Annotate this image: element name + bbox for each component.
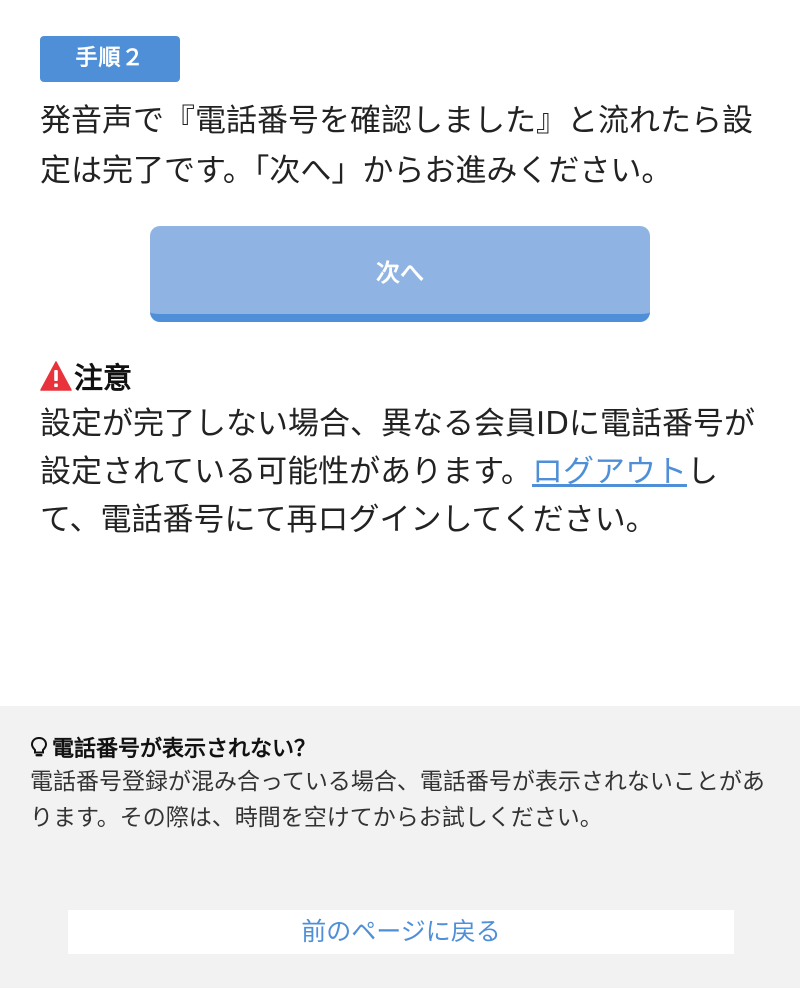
step-instruction: 発音声で『電話番号を確認しました』と流れたら設定は完了です。「次へ」からお進みく… <box>40 103 753 189</box>
next-button[interactable]: 次へ <box>150 226 650 322</box>
help-title: 電話番号が表示されない？ <box>52 737 317 762</box>
help-box: 電話番号が表示されない？ 電話番号登録が混み合っている場合、電話番号が表示されな… <box>0 706 800 988</box>
step-badge: 手順２ <box>40 36 180 82</box>
caution-text: 設定が完了しない場合、異なる会員IDに電話番号が設定されている可能性があります。… <box>40 400 770 544</box>
caution-title: 注意 <box>74 361 133 395</box>
caution-heading: 注意 <box>40 356 132 396</box>
help-text: 電話番号登録が混み合っている場合、電話番号が表示されないことがあります。その際は… <box>30 769 765 831</box>
warning-icon <box>40 361 72 391</box>
lightbulb-icon <box>30 736 48 758</box>
logout-link[interactable]: ログアウト <box>532 454 687 490</box>
back-to-previous-page-link[interactable]: 前のページに戻る <box>68 910 734 954</box>
help-heading: 電話番号が表示されない？ <box>30 732 316 762</box>
